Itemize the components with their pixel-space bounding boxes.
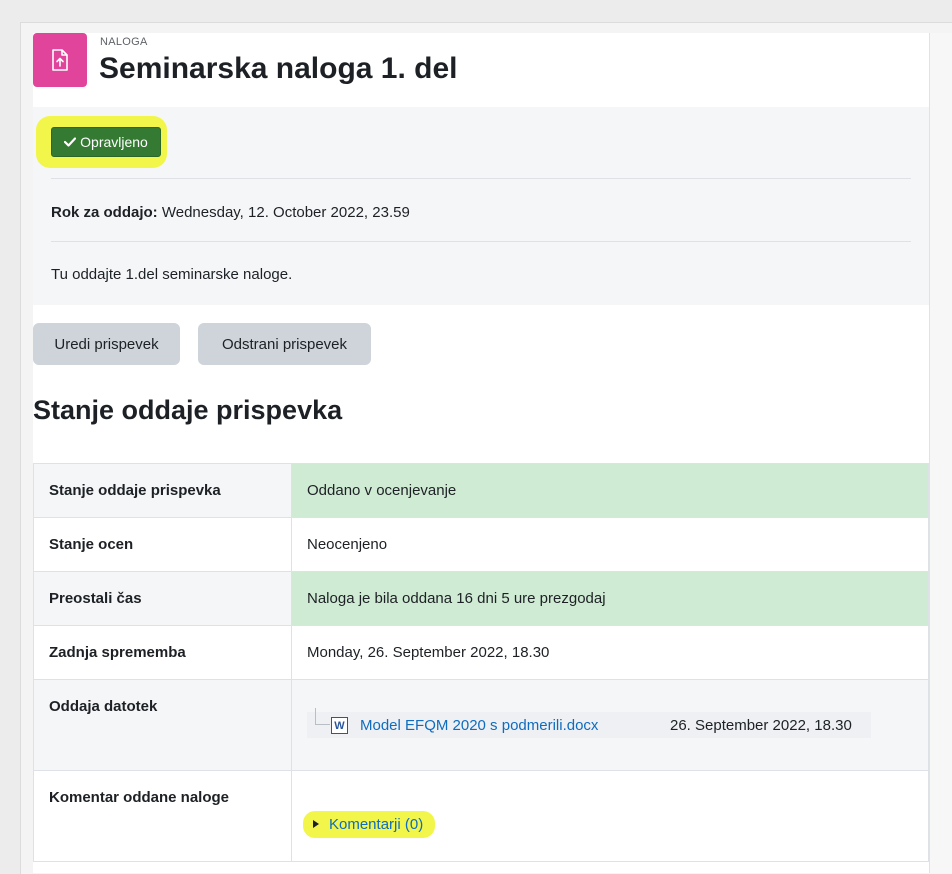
file-link[interactable]: Model EFQM 2020 s podmerili.docx xyxy=(360,717,598,734)
file-entry: W Model EFQM 2020 s podmerili.docx 26. S… xyxy=(307,708,871,738)
time-remaining-value: Naloga je bila oddana 16 dni 5 ure prezg… xyxy=(291,571,929,626)
table-row: Zadnja sprememba Monday, 26. September 2… xyxy=(33,625,929,680)
row-label: Stanje ocen xyxy=(33,517,292,572)
assignment-upload-icon xyxy=(33,33,87,87)
table-row: Oddaja datotek W Model EFQM 2020 s podme… xyxy=(33,679,929,771)
submission-comments-cell: Komentarji (0) xyxy=(291,770,929,862)
edit-submission-button[interactable]: Uredi prispevek xyxy=(33,323,180,365)
due-date-label: Rok za oddajo: xyxy=(51,204,158,221)
right-edge-panel xyxy=(929,33,952,873)
check-icon xyxy=(64,137,77,147)
expand-triangle-icon xyxy=(313,820,319,829)
word-document-icon: W xyxy=(331,717,348,734)
last-modified-value: Monday, 26. September 2022, 18.30 xyxy=(291,625,929,680)
assignment-description: Tu oddajte 1.del seminarske naloge. xyxy=(51,266,293,283)
row-label: Oddaja datotek xyxy=(33,679,292,771)
tree-line xyxy=(315,708,330,725)
divider xyxy=(51,241,911,242)
submission-status-table: Stanje oddaje prispevka Oddano v ocenjev… xyxy=(33,463,929,862)
row-label: Zadnja sprememba xyxy=(33,625,292,680)
submission-status-heading: Stanje oddaje prispevka xyxy=(33,395,343,425)
comments-highlight: Komentarji (0) xyxy=(303,811,436,838)
table-row: Stanje ocen Neocenjeno xyxy=(33,517,929,572)
table-row: Preostali čas Naloga je bila oddana 16 d… xyxy=(33,571,929,626)
file-submissions-cell: W Model EFQM 2020 s podmerili.docx 26. S… xyxy=(291,679,929,771)
file-date: 26. September 2022, 18.30 xyxy=(670,716,852,734)
submission-status-value: Oddano v ocenjevanje xyxy=(291,463,929,518)
page-title: Seminarska naloga 1. del xyxy=(99,52,458,85)
due-date: Rok za oddajo: Wednesday, 12. October 20… xyxy=(51,204,410,221)
row-label: Preostali čas xyxy=(33,571,292,626)
comments-toggle-link[interactable]: Komentarji (0) xyxy=(329,816,423,833)
completion-label: Opravljeno xyxy=(80,134,148,150)
grading-status-value: Neocenjeno xyxy=(291,517,929,572)
activity-info-box: Opravljeno Rok za oddajo: Wednesday, 12.… xyxy=(33,107,929,305)
completion-button[interactable]: Opravljeno xyxy=(51,127,161,157)
table-row: Komentar oddane naloge Komentarji (0) xyxy=(33,770,929,862)
divider xyxy=(51,178,911,179)
row-label: Komentar oddane naloge xyxy=(33,770,292,862)
remove-submission-button[interactable]: Odstrani prispevek xyxy=(198,323,371,365)
row-label: Stanje oddaje prispevka xyxy=(33,463,292,518)
table-row: Stanje oddaje prispevka Oddano v ocenjev… xyxy=(33,463,929,518)
due-date-value: Wednesday, 12. October 2022, 23.59 xyxy=(161,204,410,221)
module-type-label: NALOGA xyxy=(100,36,148,48)
main-content: NALOGA Seminarska naloga 1. del Opravlje… xyxy=(33,33,929,873)
